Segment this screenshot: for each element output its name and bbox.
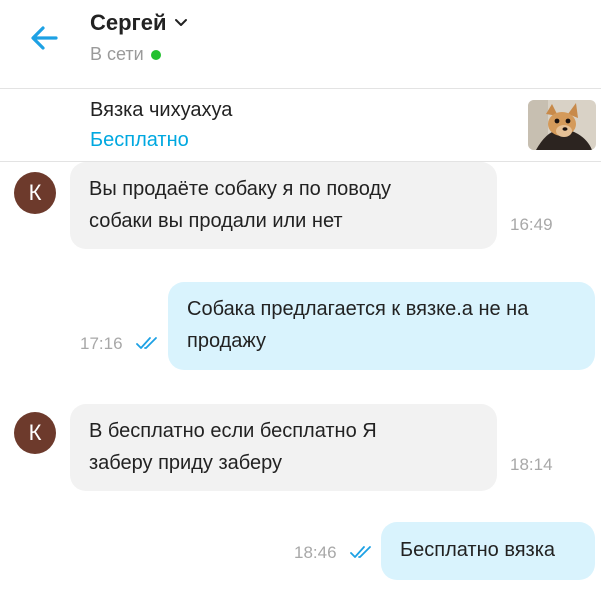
back-arrow-icon[interactable]	[28, 22, 60, 54]
chevron-down-icon	[175, 19, 188, 26]
message-text-line: собаки вы продали или нет	[89, 210, 343, 232]
chat-header: Сергей В сети	[0, 0, 601, 88]
listing-card[interactable]: Вязка чихуахуа Бесплатно	[0, 89, 601, 161]
presence-status: В сети	[90, 44, 161, 65]
listing-title: Вязка чихуахуа	[90, 99, 233, 121]
message-text-line: Бесплатно вязка	[400, 539, 556, 561]
message-time: 18:46	[294, 543, 337, 562]
outgoing-message-bubble[interactable]: Собака предлагается к вязке.а не на прод…	[168, 282, 595, 370]
message-time: 16:49	[510, 215, 553, 234]
contact-name-dropdown[interactable]: Сергей	[90, 10, 188, 36]
message-text-line: Вы продаёте собаку я по поводу	[89, 178, 392, 200]
message-text-line: заберу приду заберу	[89, 452, 282, 474]
contact-name: Сергей	[90, 10, 167, 35]
chihuahua-photo-icon[interactable]	[528, 100, 596, 150]
message-text-line: В бесплатно если бесплатно Я	[89, 420, 377, 442]
read-checkmarks-icon	[136, 337, 157, 349]
status-text: В сети	[90, 44, 144, 64]
listing-price: Бесплатно	[90, 129, 189, 151]
incoming-message-bubble[interactable]: Вы продаёте собаку я по поводу собаки вы…	[70, 162, 553, 249]
incoming-message-bubble[interactable]: В бесплатно если бесплатно Я заберу прид…	[70, 404, 553, 491]
message-text-line: Собака предлагается к вязке.а не на	[187, 298, 529, 320]
message-time: 17:16	[80, 334, 123, 353]
online-dot-icon	[150, 49, 161, 60]
outgoing-message-bubble[interactable]: Бесплатно вязка	[381, 522, 595, 580]
avatar[interactable]: К	[14, 172, 56, 214]
read-checkmarks-icon	[350, 546, 371, 558]
avatar[interactable]: К	[14, 412, 56, 454]
message-time: 18:14	[510, 455, 553, 474]
message-text-line: продажу	[187, 330, 267, 352]
